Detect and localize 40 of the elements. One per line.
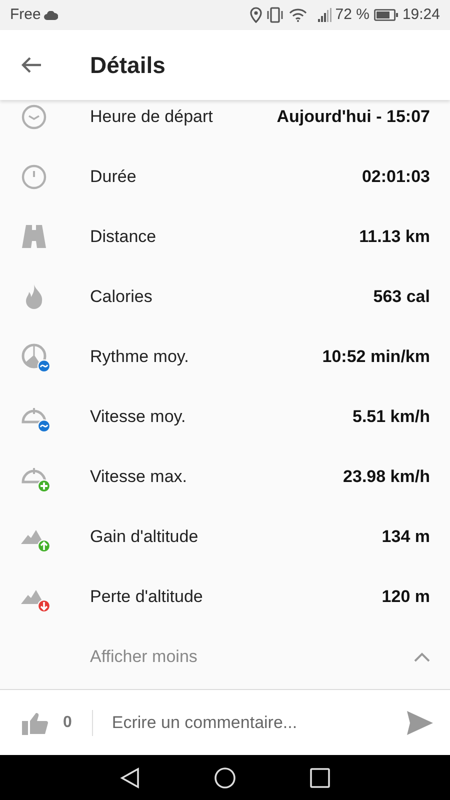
- wifi-icon: [289, 8, 308, 22]
- stat-label: Durée: [90, 166, 138, 188]
- battery-icon: [374, 9, 398, 21]
- nav-back-icon[interactable]: [120, 766, 140, 788]
- stat-label: Distance: [90, 226, 158, 248]
- cloud-icon: [44, 10, 58, 20]
- stat-value: 11.13 km: [359, 226, 430, 248]
- nav-recents-icon[interactable]: [310, 768, 330, 788]
- nav-home-icon[interactable]: [214, 766, 236, 788]
- stat-label: Vitesse moy.: [90, 406, 187, 428]
- stat-label: Calories: [90, 286, 154, 308]
- stat-value: 02:01:03: [362, 166, 430, 188]
- stat-label: Rythme moy.: [90, 346, 190, 368]
- stat-value: Aujourd'hui - 15:07: [276, 106, 430, 128]
- gauge-icon: [20, 342, 51, 372]
- send-icon: [407, 710, 433, 734]
- thumbs-up-icon: [22, 710, 48, 734]
- comment-bar[interactable]: 0 Ecrire un commentaire...: [0, 690, 450, 755]
- page-title: Détails: [90, 50, 166, 80]
- stat-label: Heure de départ: [90, 106, 214, 128]
- vibrate-icon: [266, 7, 284, 23]
- stat-label: Vitesse max.: [90, 466, 188, 488]
- stat-value: 5.51 km/h: [352, 406, 430, 428]
- stat-value: 120 m: [382, 586, 430, 608]
- stat-value: 563 cal: [373, 286, 430, 308]
- clock-time: 19:24: [402, 4, 440, 25]
- stat-value: 10:52 min/km: [322, 346, 430, 368]
- comment-field[interactable]: Ecrire un commentaire...: [112, 710, 399, 736]
- like-button[interactable]: 0: [22, 710, 72, 734]
- send-button[interactable]: [407, 710, 433, 734]
- stat-label: Perte d'altitude: [90, 586, 204, 608]
- battery-percent: 72 %: [335, 4, 370, 25]
- stat-value: 23.98 km/h: [343, 466, 430, 488]
- stat-value: 134 m: [382, 526, 430, 548]
- stat-label: Gain d'altitude: [90, 526, 200, 548]
- show-less-button[interactable]: Afficher moins: [0, 627, 450, 687]
- carrier-name: Free: [10, 4, 41, 25]
- back-arrow-icon: [20, 56, 42, 74]
- signal-icon: [317, 8, 334, 22]
- location-icon: [250, 7, 262, 23]
